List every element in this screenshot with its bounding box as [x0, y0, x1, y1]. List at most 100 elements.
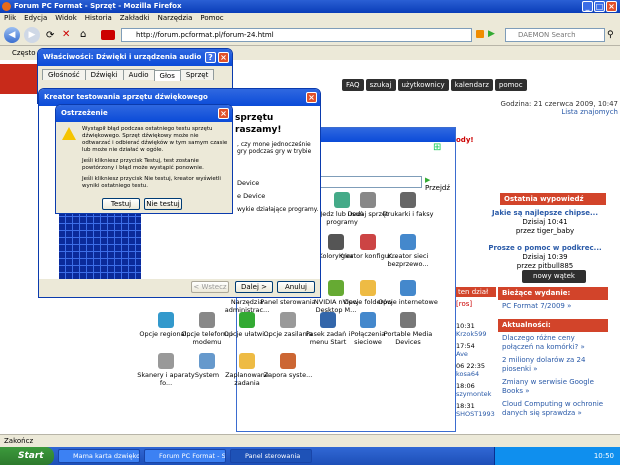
mid-item: 10:31	[456, 322, 475, 330]
tab-audio[interactable]: Audio	[122, 69, 155, 80]
taskbar: Start Mama karta dzwięko... Forum PC For…	[0, 447, 620, 465]
warning-text-1: Wystąpił błąd podczas ostatniego testu s…	[82, 126, 228, 153]
wizard-heading: sprzętu	[235, 113, 274, 123]
task-label: Forum PC Format - S...	[159, 452, 226, 460]
aktualnosci-header: Aktualności:	[498, 319, 608, 332]
forward-icon[interactable]: ▶	[24, 27, 40, 43]
news-item[interactable]: 2 miliony dolarów za 24 piosenki »	[498, 354, 608, 376]
uzytkownicy-button[interactable]: użytkownicy	[397, 79, 449, 91]
forum-nav: FAQ szukaj użytkownicy kalendarz pomoc	[340, 79, 618, 93]
date-label: Godzina: 21 czerwca 2009, 10:47	[500, 100, 618, 108]
close-button[interactable]: ×	[606, 1, 617, 12]
biezace-header: Bieżące wydanie:	[498, 287, 608, 300]
home-icon[interactable]: ⌂	[80, 29, 86, 40]
news-item[interactable]: Cloud Computing w ochronie danych się sp…	[498, 398, 608, 420]
cp-icon-firewall[interactable]: Zapora syste...	[258, 353, 318, 379]
news-item[interactable]: Dlaczego różne ceny połączeń na komórki?…	[498, 332, 608, 354]
no-test-button[interactable]: Nie testuj	[144, 198, 182, 210]
menu-edycja[interactable]: Edycja	[24, 14, 47, 22]
mid-item[interactable]: szymontek	[456, 390, 496, 398]
kalendarz-button[interactable]: kalendarz	[450, 79, 493, 91]
maximize-button[interactable]: □	[594, 1, 605, 12]
cp-icon-label: Portable Media Devices	[383, 330, 433, 346]
wizard-title: Kreator testowania sprzętu dźwiękowego	[44, 93, 208, 101]
test-button[interactable]: Testuj	[102, 198, 140, 210]
cp-icon-internet-options[interactable]: Opcje internetowe	[378, 280, 438, 306]
minimize-button[interactable]: _	[582, 1, 593, 12]
tab-glos[interactable]: Głos	[153, 70, 181, 81]
firefox-icon	[2, 2, 11, 11]
cp-icon-label: Drukarki i faksy	[382, 210, 434, 218]
go-icon[interactable]: ▶	[488, 29, 495, 39]
windows-logo-icon: ⊞	[433, 142, 442, 153]
post-title[interactable]: Jakie są najlepsze chipse...	[475, 209, 615, 218]
wizard-back-button[interactable]: < Wstecz	[191, 281, 229, 293]
pomoc-button[interactable]: pomoc	[494, 79, 527, 91]
search-icon[interactable]: ⚲	[607, 30, 614, 40]
cp-icon-label: Opcje internetowe	[378, 298, 438, 306]
clock: 10:50	[593, 452, 614, 460]
cp-icon-label: Zapora syste...	[263, 371, 313, 379]
cp-icon-wireless[interactable]: Kreator sieci bezprzewo...	[378, 234, 438, 268]
mid-item[interactable]: Ave	[456, 350, 496, 358]
faq-button[interactable]: FAQ	[342, 79, 364, 91]
forum-date: Godzina: 21 czerwca 2009, 10:47 Lista zn…	[480, 100, 618, 116]
back-icon[interactable]: ◀	[4, 27, 20, 43]
url-text: http://forum.pcformat.pl/forum-24.html	[136, 31, 274, 39]
wizard-heading2: raszamy!	[235, 125, 282, 135]
news-item[interactable]: Zmiany w serwisie Google Books »	[498, 376, 608, 398]
menu-pomoc[interactable]: Pomoc	[200, 14, 223, 22]
mid-item[interactable]: SHOST1993	[456, 410, 496, 418]
wizard-text: Device	[237, 179, 260, 187]
warning-text-3: Jeśli klikniesz przycisk Nie testuj, kre…	[82, 176, 221, 189]
wizard-next-button[interactable]: Dalej >	[235, 281, 273, 293]
cp-icon-label: System	[194, 371, 220, 379]
menu-plik[interactable]: Plik	[4, 14, 16, 22]
navigation-toolbar: ◀ ▶ ⟳ ✕ ⌂ http://forum.pcformat.pl/forum…	[0, 24, 620, 46]
mid-item[interactable]: kosa64	[456, 370, 496, 378]
firefox-title-bar: Forum PC Format - Sprzęt - Mozilla Firef…	[0, 0, 620, 13]
task-button[interactable]: Forum PC Format - S...	[144, 449, 226, 463]
warning-text-2: Jeśli klikniesz przycisk Testuj, test zo…	[82, 158, 204, 171]
warning-title-bar: Ostrzeżenie ×	[56, 105, 232, 122]
mid-item: 18:31	[456, 402, 475, 410]
cp-icon-printers[interactable]: Drukarki i faksy	[378, 192, 438, 218]
wizard-close-button[interactable]: ×	[306, 92, 317, 103]
warning-close-button[interactable]: ×	[218, 108, 229, 119]
audio-tabs: Głośność Dźwięki Audio Głos Sprzęt	[38, 66, 232, 81]
task-label: Panel sterowania	[245, 452, 301, 460]
forum-highlight: ody!	[456, 136, 474, 144]
post-title[interactable]: Prosze o pomoc w podkrec...	[475, 244, 615, 253]
tab-glosnosc[interactable]: Głośność	[42, 69, 86, 80]
mid-item[interactable]: Krzok599	[456, 330, 496, 338]
task-button[interactable]: Panel sterowania	[230, 449, 312, 463]
post-date: Dzisiaj 10:39	[522, 253, 568, 261]
menu-zakladki[interactable]: Zakładki	[120, 14, 150, 22]
help-button[interactable]: ?	[205, 52, 216, 63]
search-input[interactable]: DAEMON Search	[505, 28, 605, 42]
biezace-link[interactable]: PC Format 7/2009 »	[498, 300, 608, 313]
warning-title: Ostrzeżenie	[61, 109, 108, 117]
tab-dzwieki[interactable]: Dźwięki	[84, 69, 124, 80]
reload-icon[interactable]: ⟳	[46, 30, 54, 41]
przejdz-button[interactable]: ▶ Przejdź	[425, 176, 455, 192]
rss-icon[interactable]	[476, 30, 484, 38]
new-topic-button[interactable]: nowy wątek	[522, 270, 586, 283]
mid-item: 17:54	[456, 342, 475, 350]
menu-historia[interactable]: Historia	[85, 14, 112, 22]
pcformat-favicon-icon	[101, 30, 115, 40]
friends-list-link[interactable]: Lista znajomych	[480, 108, 618, 116]
szukaj-button[interactable]: szukaj	[365, 79, 396, 91]
cp-icon-portable-media[interactable]: Portable Media Devices	[378, 312, 438, 346]
stop-icon[interactable]: ✕	[62, 29, 70, 40]
menu-widok[interactable]: Widok	[55, 14, 77, 22]
wizard-cancel-button[interactable]: Anuluj	[277, 281, 315, 293]
url-input[interactable]: http://forum.pcformat.pl/forum-24.html	[121, 28, 472, 42]
tab-sprzet[interactable]: Sprzęt	[179, 69, 215, 80]
task-button[interactable]: Mama karta dzwięko...	[58, 449, 140, 463]
status-text: Zakończ	[4, 437, 34, 445]
cp-icon-label: Kreator sieci bezprzewo...	[387, 252, 429, 268]
menu-narzedzia[interactable]: Narzędzia	[158, 14, 193, 22]
audio-properties-close-button[interactable]: ×	[218, 52, 229, 63]
start-button[interactable]: Start	[0, 447, 54, 465]
